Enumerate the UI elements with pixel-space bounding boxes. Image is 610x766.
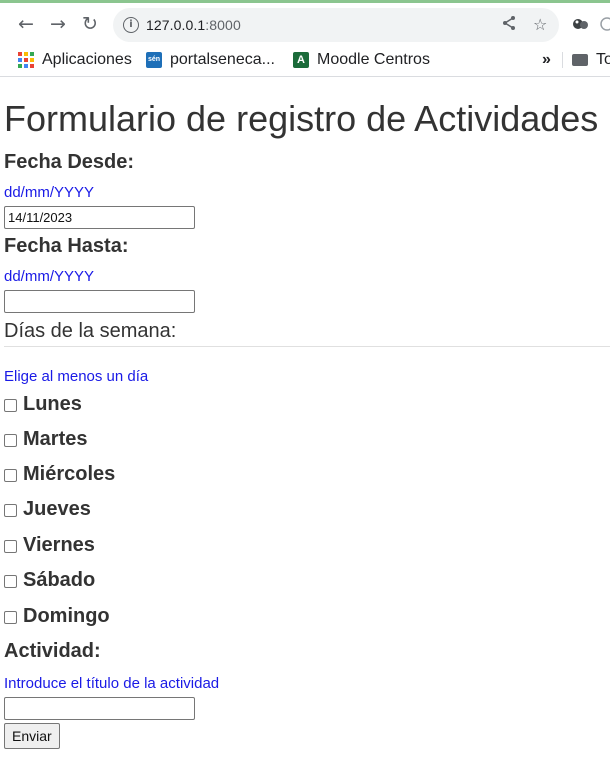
day-option-domingo[interactable]: Domingo [4, 605, 110, 628]
day-label: Domingo [23, 605, 110, 627]
checkbox-viernes[interactable] [4, 540, 17, 553]
bookmark-moodle-centros[interactable]: A Moodle Centros [293, 51, 430, 69]
folder-icon [572, 54, 588, 66]
reload-icon[interactable]: ↻ [79, 13, 101, 35]
fecha-desde-label: Fecha Desde: [4, 151, 135, 173]
checkbox-sabado[interactable] [4, 575, 17, 588]
day-label: Viernes [23, 534, 95, 556]
extension-icon-partial[interactable] [600, 15, 610, 33]
checkbox-domingo[interactable] [4, 611, 17, 624]
bookmark-aplicaciones[interactable]: Aplicaciones [18, 51, 132, 69]
day-label: Jueves [23, 498, 91, 520]
overflow-chevron-icon: » [542, 51, 551, 68]
forward-arrow-icon[interactable]: → [47, 13, 69, 35]
share-icon[interactable] [501, 15, 517, 35]
bookmark-portalseneca[interactable]: sén portalseneca... [146, 51, 275, 69]
fecha-hasta-label: Fecha Hasta: [4, 235, 129, 257]
bookmark-star-icon[interactable]: ☆ [533, 15, 547, 34]
actividad-input[interactable] [4, 697, 195, 720]
submit-button[interactable]: Enviar [4, 723, 60, 749]
day-option-viernes[interactable]: Viernes [4, 534, 95, 557]
back-arrow-icon[interactable]: ← [15, 13, 37, 35]
url-text[interactable]: 127.0.0.1:8000 [146, 17, 241, 33]
browser-toolbar: ← → ↻ i 127.0.0.1:8000 ☆ [0, 3, 610, 44]
dias-hint: Elige al menos un día [4, 368, 149, 385]
bookmark-label: To [596, 51, 610, 68]
fecha-hasta-hint: dd/mm/YYYY [4, 268, 95, 285]
fecha-desde-hint: dd/mm/YYYY [4, 184, 95, 201]
actividad-label: Actividad: [4, 640, 101, 662]
checkbox-martes[interactable] [4, 434, 17, 447]
site-info-icon[interactable]: i [123, 17, 139, 33]
bookmarks-overflow-button[interactable]: » [542, 51, 551, 69]
dias-legend: Días de la semana: [4, 320, 177, 342]
day-option-martes[interactable]: Martes [4, 428, 87, 451]
submit-label: Enviar [12, 728, 52, 744]
day-label: Martes [23, 428, 88, 450]
checkbox-jueves[interactable] [4, 504, 17, 517]
day-option-sabado[interactable]: Sábado [4, 569, 95, 592]
bookmarks-divider [562, 52, 563, 68]
actividad-hint: Introduce el título de la actividad [4, 675, 220, 692]
fieldset-divider [4, 346, 610, 347]
day-label: Lunes [23, 393, 82, 415]
seneca-icon: sén [146, 52, 162, 68]
day-option-miercoles[interactable]: Miércoles [4, 463, 115, 486]
address-bar[interactable]: i 127.0.0.1:8000 ☆ [113, 8, 559, 42]
day-label: Miércoles [23, 463, 116, 485]
moodle-icon: A [293, 52, 309, 68]
extension-icon[interactable] [572, 16, 588, 32]
fecha-hasta-input[interactable] [4, 290, 195, 313]
url-port: :8000 [205, 17, 241, 33]
fecha-desde-input[interactable]: 14/11/2023 [4, 206, 195, 229]
apps-grid-icon [18, 52, 34, 68]
fecha-desde-value: 14/11/2023 [8, 210, 73, 225]
page-title: Formulario de registro de Actividades [4, 98, 599, 139]
day-option-jueves[interactable]: Jueves [4, 498, 91, 521]
bookmark-label: Aplicaciones [42, 51, 132, 68]
bookmark-label: Moodle Centros [317, 51, 430, 68]
bookmarks-bar: Aplicaciones sén portalseneca... A Moodl… [0, 44, 610, 77]
url-host: 127.0.0.1 [146, 17, 206, 33]
bookmark-folder[interactable]: To [572, 51, 610, 69]
checkbox-lunes[interactable] [4, 399, 17, 412]
day-label: Sábado [23, 569, 96, 591]
bookmark-label: portalseneca... [170, 51, 275, 68]
day-option-lunes[interactable]: Lunes [4, 393, 82, 416]
checkbox-miercoles[interactable] [4, 469, 17, 482]
